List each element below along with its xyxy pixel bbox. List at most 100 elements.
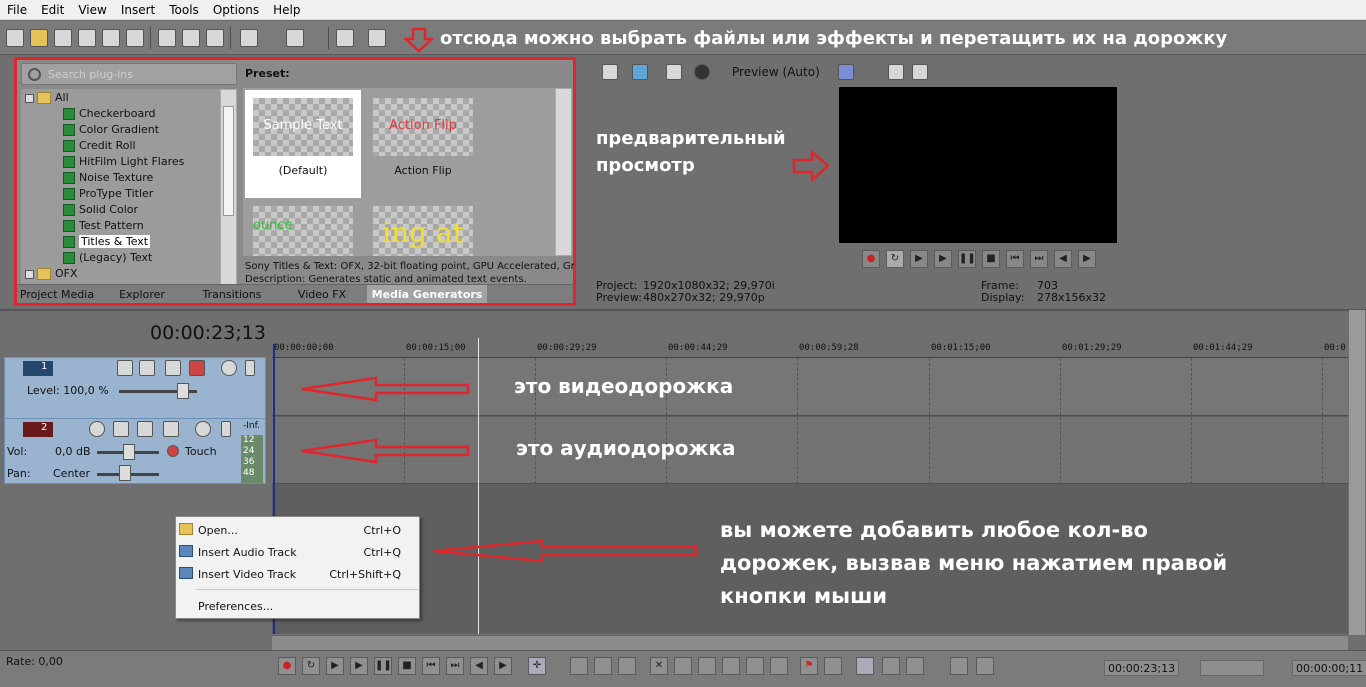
paste-icon[interactable]: [206, 29, 224, 47]
stop-icon[interactable]: ■: [982, 250, 1000, 268]
solo-icon[interactable]: [221, 421, 231, 437]
new-file-icon[interactable]: [6, 29, 24, 47]
preset-scrollbar[interactable]: [555, 88, 572, 256]
go-to-start-icon[interactable]: ⏮: [422, 657, 440, 675]
split-screen-icon[interactable]: [666, 64, 682, 80]
preview-mode-select[interactable]: Preview (Auto): [732, 65, 820, 79]
expand-icon[interactable]: [25, 269, 34, 279]
copy-snapshot-icon[interactable]: [888, 64, 904, 80]
properties-icon[interactable]: [126, 29, 144, 47]
brush-icon[interactable]: [336, 29, 354, 47]
search-input[interactable]: Search plug-ins: [21, 63, 237, 85]
auto-crossfade-icon[interactable]: [882, 657, 900, 675]
preset-typing[interactable]: ing at: [365, 198, 481, 256]
selection-tool-icon[interactable]: [594, 657, 612, 675]
stop-icon[interactable]: ■: [398, 657, 416, 675]
tree-item[interactable]: Noise Texture: [63, 171, 153, 187]
preview-properties-icon[interactable]: [602, 64, 618, 80]
preset-bounce[interactable]: ounce: [245, 198, 361, 256]
redo-icon[interactable]: [286, 29, 304, 47]
arm-record-icon[interactable]: [89, 421, 105, 437]
composite-icon[interactable]: [165, 360, 181, 376]
next-frame-icon[interactable]: ▶: [1078, 250, 1096, 268]
cursor-timecode[interactable]: 00:00:23;13: [1104, 660, 1180, 676]
playhead-cursor[interactable]: [478, 338, 479, 634]
tab-media-generators[interactable]: Media Generators: [367, 285, 487, 303]
loop-icon[interactable]: ↻: [302, 657, 320, 675]
tree-item[interactable]: ProType Titler: [63, 187, 153, 203]
panel-divider[interactable]: [0, 309, 1366, 311]
tab-explorer[interactable]: Explorer: [97, 285, 187, 303]
next-frame-icon[interactable]: ▶: [494, 657, 512, 675]
invert-phase-icon[interactable]: [137, 421, 153, 437]
save-as-icon[interactable]: [78, 29, 96, 47]
tree-item[interactable]: HitFilm Light Flares: [63, 155, 184, 171]
envelope-tool-icon[interactable]: [570, 657, 588, 675]
menu-tools[interactable]: Tools: [162, 3, 206, 17]
play-from-start-icon[interactable]: ▶: [326, 657, 344, 675]
zoom-tool-icon[interactable]: [618, 657, 636, 675]
record-icon[interactable]: ●: [862, 250, 880, 268]
audio-fx-icon[interactable]: [113, 421, 129, 437]
undo-icon[interactable]: [240, 29, 258, 47]
prev-frame-icon[interactable]: ◀: [1054, 250, 1072, 268]
length-timecode[interactable]: 00:00:00;11: [1292, 660, 1366, 676]
delete-icon[interactable]: ✕: [650, 657, 668, 675]
go-to-end-icon[interactable]: ⏭: [446, 657, 464, 675]
play-from-start-icon[interactable]: ▶: [910, 250, 928, 268]
menu-insert[interactable]: Insert: [114, 3, 162, 17]
tree-item[interactable]: Credit Roll: [63, 139, 136, 155]
menu-item-insert-audio-track[interactable]: Insert Audio Track Ctrl+Q: [176, 541, 419, 563]
play-icon[interactable]: ▶: [934, 250, 952, 268]
tab-transitions[interactable]: Transitions: [187, 285, 277, 303]
tab-video-fx[interactable]: Video FX: [277, 285, 367, 303]
pause-icon[interactable]: ❚❚: [374, 657, 392, 675]
play-icon[interactable]: ▶: [350, 657, 368, 675]
loop-icon[interactable]: ↻: [886, 250, 904, 268]
timeline-vertical-scrollbar[interactable]: [1349, 310, 1365, 635]
vol-slider-knob[interactable]: [123, 444, 135, 460]
snapping-icon[interactable]: [856, 657, 874, 675]
tree-item[interactable]: Test Pattern: [63, 219, 144, 235]
video-track-header[interactable]: 1 Level: 100,0 %: [4, 357, 266, 423]
audio-track-header[interactable]: 2 Vol: 0,0 dB Touch Pan: Center -Inf. 12…: [4, 418, 266, 484]
tree-item[interactable]: Titles & Text: [63, 235, 151, 251]
tree-item[interactable]: Color Gradient: [63, 123, 159, 139]
automation-mode[interactable]: Touch: [185, 445, 217, 458]
menu-item-preferences[interactable]: Preferences...: [176, 595, 419, 617]
selection-timecode[interactable]: [1200, 660, 1264, 676]
trim-icon[interactable]: [674, 657, 692, 675]
tab-project-media[interactable]: Project Media: [17, 285, 97, 303]
current-timecode[interactable]: 00:00:23;13: [150, 322, 266, 344]
region-icon[interactable]: [824, 657, 842, 675]
tree-scroll-thumb[interactable]: [223, 106, 234, 216]
trim-start-icon[interactable]: [698, 657, 716, 675]
preset-default[interactable]: Sample Text (Default): [245, 90, 361, 198]
menu-options[interactable]: Options: [206, 3, 266, 17]
normal-edit-tool-icon[interactable]: ✛: [528, 657, 546, 675]
cut-icon[interactable]: [158, 29, 176, 47]
gear-icon[interactable]: [167, 445, 179, 457]
prev-frame-icon[interactable]: ◀: [470, 657, 488, 675]
track-fx-icon[interactable]: [139, 360, 155, 376]
tree-item[interactable]: Solid Color: [63, 203, 138, 219]
ignore-grouping-icon[interactable]: [976, 657, 994, 675]
menu-edit[interactable]: Edit: [34, 3, 71, 17]
pan-slider-knob[interactable]: [119, 465, 131, 481]
timeline-horizontal-scrollbar[interactable]: [272, 635, 1348, 650]
record-icon[interactable]: ●: [278, 657, 296, 675]
menu-view[interactable]: View: [71, 3, 113, 17]
time-ruler[interactable]: 00:00:00;00 00:00:15;00 00:00:29;29 00:0…: [272, 338, 1348, 358]
automation-icon[interactable]: [163, 421, 179, 437]
open-folder-icon[interactable]: [30, 29, 48, 47]
mute-icon[interactable]: [195, 421, 211, 437]
copy-icon[interactable]: [182, 29, 200, 47]
overlays-icon[interactable]: [838, 64, 854, 80]
split-icon[interactable]: [746, 657, 764, 675]
trim-end-icon[interactable]: [722, 657, 740, 675]
mute-icon[interactable]: [221, 360, 237, 376]
menu-file[interactable]: File: [0, 3, 34, 17]
level-slider-knob[interactable]: [177, 383, 189, 399]
whats-this-icon[interactable]: [368, 29, 386, 47]
expand-icon[interactable]: [25, 93, 34, 103]
